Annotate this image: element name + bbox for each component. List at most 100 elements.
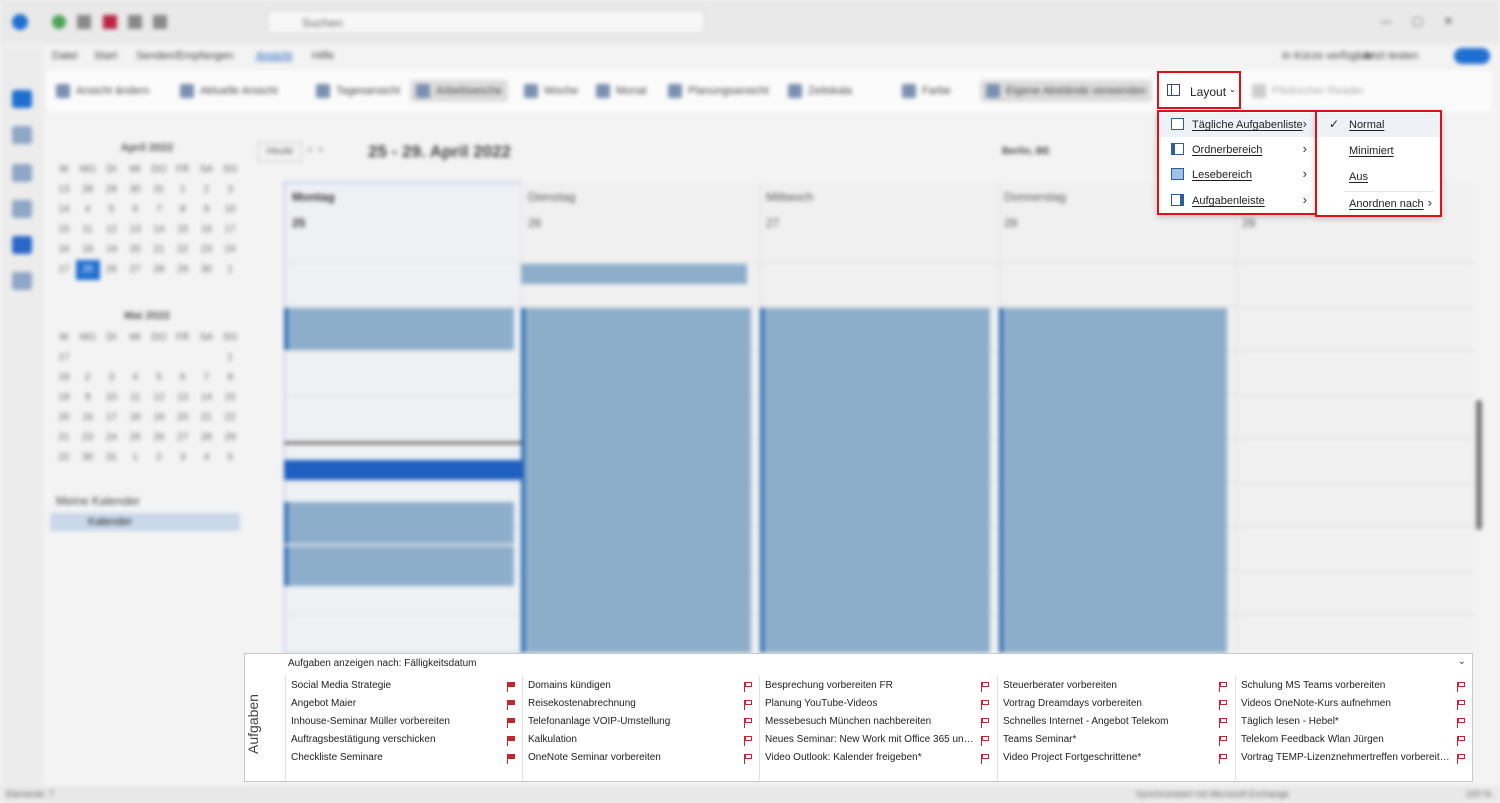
- search-input[interactable]: Suchen: [267, 10, 705, 34]
- task-item[interactable]: Social Media Strategie: [291, 680, 503, 691]
- task-item[interactable]: Angebot Maier: [291, 698, 503, 709]
- flag-icon[interactable]: [1219, 682, 1228, 692]
- task-item[interactable]: Video Outlook: Kalender freigeben*: [765, 752, 977, 763]
- task-item[interactable]: Domains kündigen: [528, 680, 740, 691]
- menu-datei[interactable]: Datei: [52, 50, 78, 62]
- flag-icon[interactable]: [744, 754, 753, 764]
- task-item[interactable]: Inhouse-Seminar Müller vorbereiten: [291, 716, 503, 727]
- current-view-button[interactable]: Aktuelle Ansicht: [174, 80, 284, 102]
- flag-icon[interactable]: [1457, 736, 1466, 746]
- submenu-item-arrange-by[interactable]: Anordnen nach ›: [1317, 192, 1440, 216]
- vertical-scrollbar[interactable]: [1476, 400, 1482, 530]
- appointment-4[interactable]: [999, 308, 1227, 653]
- menu-item-reading-pane[interactable]: Lesebereich ›: [1159, 163, 1315, 187]
- flag-icon[interactable]: [1219, 718, 1228, 728]
- task-item[interactable]: OneNote Seminar vorbereiten: [528, 752, 740, 763]
- change-view-button[interactable]: Ansicht ändern: [50, 80, 155, 102]
- appointment-6[interactable]: [284, 546, 514, 586]
- task-item[interactable]: Videos OneNote-Kurs aufnehmen: [1241, 698, 1453, 709]
- flag-icon[interactable]: [981, 736, 990, 746]
- window-controls[interactable]: — ▢ ✕: [1380, 14, 1480, 28]
- my-calendars-header[interactable]: Meine Kalender: [56, 494, 140, 508]
- people-nav-icon[interactable]: [12, 164, 32, 182]
- mini-calendar-april[interactable]: April 2022 W MO DI MI DO FR SA SO 13 28 29 30 31 1 2 3…: [52, 142, 242, 280]
- menu-item-todo-bar[interactable]: Aufgabenleiste ›: [1159, 189, 1315, 213]
- task-item[interactable]: Schnelles Internet - Angebot Telekom: [1003, 716, 1215, 727]
- new-outlook-toggle[interactable]: [1454, 48, 1490, 64]
- menu-senden[interactable]: Senden/Empfangen: [136, 50, 233, 62]
- flag-icon[interactable]: [744, 700, 753, 710]
- flag-icon[interactable]: [1219, 700, 1228, 710]
- work-week-button[interactable]: Arbeitswoche: [410, 80, 509, 102]
- custom-spacing-button[interactable]: Eigene Abstände verwenden: [980, 80, 1153, 102]
- apps-nav-icon[interactable]: [12, 272, 32, 290]
- flag-icon[interactable]: [507, 700, 516, 710]
- task-item[interactable]: Teams Seminar*: [1003, 734, 1215, 745]
- menu-item-daily-task-list[interactable]: Tägliche Aufgabenliste ›: [1159, 113, 1315, 137]
- task-item[interactable]: Video Project Fortgeschrittene*: [1003, 752, 1215, 763]
- day-column-friday[interactable]: [1236, 182, 1475, 652]
- flag-icon[interactable]: [1219, 754, 1228, 764]
- task-item[interactable]: Schulung MS Teams vorbereiten: [1241, 680, 1453, 691]
- week-view-button[interactable]: Woche: [518, 80, 584, 102]
- today-button[interactable]: Heute: [258, 142, 302, 162]
- appointment-1[interactable]: [284, 308, 514, 350]
- flag-icon[interactable]: [1457, 682, 1466, 692]
- all-day-event[interactable]: [521, 264, 747, 284]
- submenu-item-normal[interactable]: ✓ Normal: [1317, 113, 1440, 137]
- task-item[interactable]: Neues Seminar: New Work mit Office 365 u…: [765, 734, 977, 745]
- flag-icon[interactable]: [981, 754, 990, 764]
- flag-icon[interactable]: [507, 754, 516, 764]
- menu-start[interactable]: Start: [94, 50, 117, 62]
- tasks-arrange-header[interactable]: Aufgaben anzeigen nach: Fälligkeitsdatum: [288, 658, 476, 669]
- schedule-view-button[interactable]: Planungsansicht: [662, 80, 775, 102]
- task-item[interactable]: Telefonanlage VOIP-Umstellung: [528, 716, 740, 727]
- appointment-3[interactable]: [760, 308, 990, 653]
- appointment-2[interactable]: [521, 308, 751, 653]
- nav-arrows[interactable]: ‹ ›: [308, 142, 348, 160]
- calendar-list-item[interactable]: Kalender: [50, 513, 240, 531]
- flag-icon[interactable]: [1457, 700, 1466, 710]
- task-item[interactable]: Kalkulation: [528, 734, 740, 745]
- day-view-button[interactable]: Tagesansicht: [310, 80, 406, 102]
- menu-item-folder-pane[interactable]: Ordnerbereich ›: [1159, 138, 1315, 162]
- task-item[interactable]: Besprechung vorbereiten FR: [765, 680, 977, 691]
- task-item[interactable]: Messebesuch München nachbereiten: [765, 716, 977, 727]
- submenu-item-off[interactable]: Aus: [1317, 165, 1440, 189]
- task-item[interactable]: Auftragsbestätigung verschicken: [291, 734, 503, 745]
- menu-ansicht[interactable]: Ansicht: [256, 50, 292, 62]
- calendar-nav-icon[interactable]: [12, 126, 32, 144]
- task-item[interactable]: Planung YouTube-Videos: [765, 698, 977, 709]
- task-item[interactable]: Reisekostenabrechnung: [528, 698, 740, 709]
- mail-nav-icon[interactable]: [12, 90, 32, 108]
- task-item[interactable]: Steuerberater vorbereiten: [1003, 680, 1215, 691]
- appointment-5[interactable]: [284, 502, 514, 544]
- layout-button[interactable]: Layout ⌄: [1157, 71, 1241, 109]
- flag-icon[interactable]: [981, 718, 990, 728]
- menu-hilfe[interactable]: Hilfe: [312, 50, 334, 62]
- flag-icon[interactable]: [744, 736, 753, 746]
- flag-icon[interactable]: [507, 682, 516, 692]
- weather-location[interactable]: Berlin, BE: [1002, 146, 1050, 157]
- flag-icon[interactable]: [1457, 718, 1466, 728]
- todo-nav-icon[interactable]: [12, 236, 32, 254]
- flag-icon[interactable]: [981, 682, 990, 692]
- task-item[interactable]: Vortrag Dreamdays vorbereiten: [1003, 698, 1215, 709]
- flag-icon[interactable]: [507, 736, 516, 746]
- task-item[interactable]: Vortrag TEMP-Lizenznehmertreffen vorbere…: [1241, 752, 1453, 763]
- task-item[interactable]: Täglich lesen - Hebel*: [1241, 716, 1453, 727]
- mini-calendar-may[interactable]: Mai 2022 W MO DI MI DO FR SA SO 17 1 18 2 3 4 5 6 7 8 1…: [52, 310, 242, 468]
- flag-icon[interactable]: [1457, 754, 1466, 764]
- chevron-down-icon[interactable]: ⌄: [1458, 656, 1466, 667]
- groups-nav-icon[interactable]: [12, 200, 32, 218]
- flag-icon[interactable]: [981, 700, 990, 710]
- flag-icon[interactable]: [744, 718, 753, 728]
- submenu-item-minimized[interactable]: Minimiert: [1317, 139, 1440, 163]
- time-scale-button[interactable]: Zeitskala: [782, 80, 858, 102]
- flag-icon[interactable]: [507, 718, 516, 728]
- flag-icon[interactable]: [1219, 736, 1228, 746]
- task-item[interactable]: Telekom Feedback Wlan Jürgen: [1241, 734, 1453, 745]
- flag-icon[interactable]: [744, 682, 753, 692]
- quick-access-toolbar[interactable]: [52, 15, 202, 29]
- task-item[interactable]: Checkliste Seminare: [291, 752, 503, 763]
